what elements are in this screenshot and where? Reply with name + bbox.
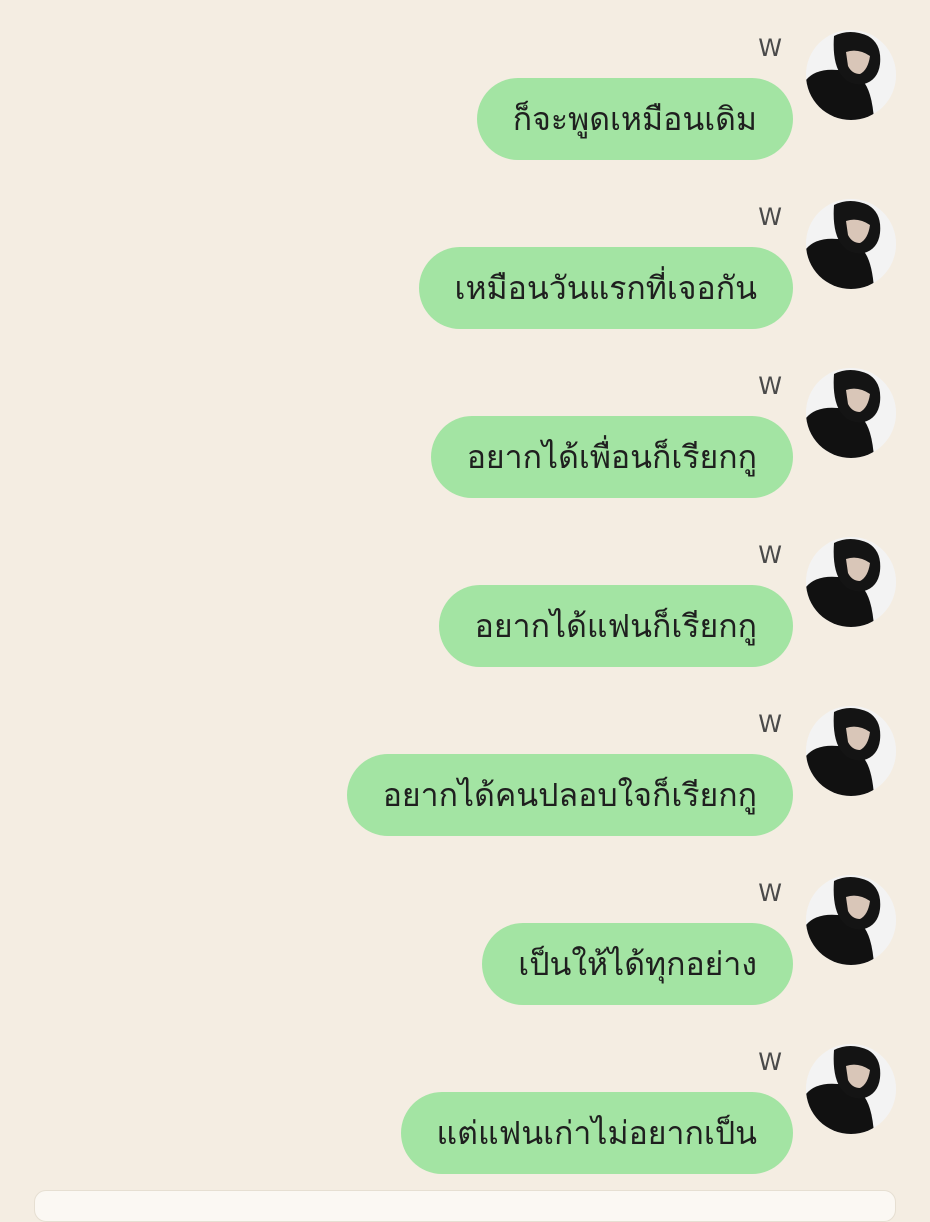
message-bubble[interactable]: แต่แฟนเก่าไม่อยากเป็น xyxy=(400,1092,793,1174)
message-row: W ก็จะพูดเหมือนเดิม xyxy=(0,0,930,169)
avatar[interactable] xyxy=(806,368,896,458)
avatar[interactable] xyxy=(806,1044,896,1134)
message-bubble[interactable]: ก็จะพูดเหมือนเดิม xyxy=(476,78,793,160)
avatar[interactable] xyxy=(806,875,896,965)
avatar[interactable] xyxy=(806,30,896,120)
message-row: W อยากได้เพื่อนก็เรียกกู xyxy=(0,338,930,507)
message-row: W แต่แฟนเก่าไม่อยากเป็น xyxy=(0,1014,930,1183)
sender-name: W xyxy=(758,879,782,907)
message-bubble[interactable]: อยากได้แฟนก็เรียกกู xyxy=(438,585,793,667)
sender-name: W xyxy=(758,541,782,569)
message-row: W เหมือนวันแรกที่เจอกัน xyxy=(0,169,930,338)
sender-name: W xyxy=(758,203,782,231)
message-row: W อยากได้คนปลอบใจก็เรียกกู xyxy=(0,676,930,845)
message-row: W อยากได้แฟนก็เรียกกู xyxy=(0,507,930,676)
message-bubble[interactable]: เหมือนวันแรกที่เจอกัน xyxy=(418,247,793,329)
sender-name: W xyxy=(758,1048,782,1076)
avatar-photo-icon xyxy=(806,199,896,289)
message-bubble[interactable]: อยากได้คนปลอบใจก็เรียกกู xyxy=(346,754,793,836)
avatar[interactable] xyxy=(806,537,896,627)
avatar-photo-icon xyxy=(806,1044,896,1134)
avatar-photo-icon xyxy=(806,30,896,120)
sender-name: W xyxy=(758,710,782,738)
message-bubble[interactable]: อยากได้เพื่อนก็เรียกกู xyxy=(430,416,793,498)
avatar[interactable] xyxy=(806,199,896,289)
avatar-photo-icon xyxy=(806,875,896,965)
message-input-edge[interactable] xyxy=(34,1190,896,1222)
message-row: W เป็นให้ได้ทุกอย่าง xyxy=(0,845,930,1014)
avatar[interactable] xyxy=(806,706,896,796)
chat-thread: W ก็จะพูดเหมือนเดิม W เหมือนวันแรกที่เจอ… xyxy=(0,0,930,1222)
sender-name: W xyxy=(758,34,782,62)
avatar-photo-icon xyxy=(806,368,896,458)
avatar-photo-icon xyxy=(806,706,896,796)
message-bubble[interactable]: เป็นให้ได้ทุกอย่าง xyxy=(482,923,793,1005)
sender-name: W xyxy=(758,372,782,400)
avatar-photo-icon xyxy=(806,537,896,627)
